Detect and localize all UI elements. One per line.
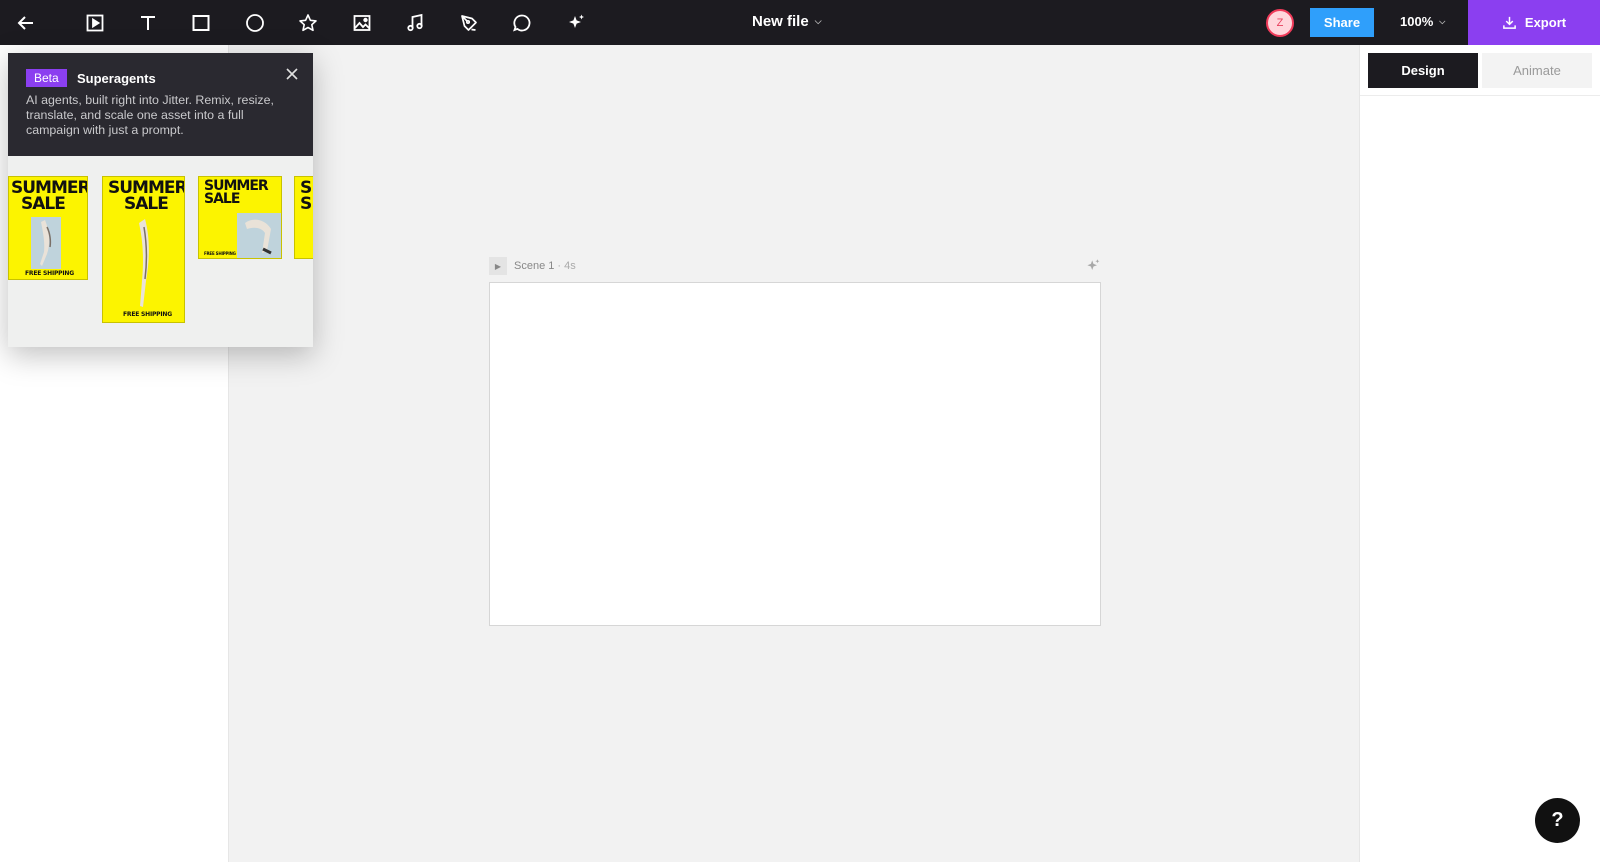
rectangle-icon[interactable] <box>188 10 214 36</box>
scene-duration: 4s <box>564 260 576 272</box>
thumbnail-headline: SUMMER SALE <box>108 179 184 215</box>
summer-sale-thumbnail: SUMMER SALE FREE SHIPPING <box>8 176 88 280</box>
thumbnail-line: SALE <box>21 194 66 215</box>
zoom-menu[interactable]: 100% ⌵ <box>1400 14 1445 29</box>
chevron-down-icon: ⌵ <box>814 16 822 26</box>
help-button[interactable]: ? <box>1535 798 1580 843</box>
tab-design[interactable]: Design <box>1368 53 1478 88</box>
thumbnail-line: SALE <box>124 194 169 215</box>
beta-badge: Beta <box>26 69 67 87</box>
zoom-level: 100% <box>1400 14 1434 29</box>
scene-name: Scene 1 <box>514 260 555 272</box>
superagents-popup: Beta Superagents AI agents, built right … <box>8 53 313 347</box>
scene-canvas[interactable] <box>489 282 1101 626</box>
properties-panel: Design Animate <box>1359 45 1600 862</box>
close-icon[interactable] <box>284 66 300 82</box>
thumbnail-headline: SUMMER SALE <box>11 179 87 215</box>
star-icon[interactable] <box>295 10 321 36</box>
thumbnail-footer: FREE SHIPPING <box>204 251 236 256</box>
share-button[interactable]: Share <box>1310 8 1374 37</box>
sparkle-icon[interactable] <box>1085 258 1101 274</box>
download-icon <box>1503 16 1516 29</box>
top-toolbar: New file ⌵ Z Share 100% ⌵ Export <box>0 0 1600 45</box>
scene-label[interactable]: Scene 1 · 4s <box>514 260 576 272</box>
thumbnail-footer: FREE SHIPPING <box>123 311 172 318</box>
ellipse-icon[interactable] <box>242 10 268 36</box>
text-icon[interactable] <box>135 10 161 36</box>
play-media-icon[interactable] <box>82 10 108 36</box>
export-button[interactable]: Export <box>1468 0 1600 45</box>
thumbnail-headline: S S <box>300 179 312 215</box>
divider <box>1360 95 1600 96</box>
avatar[interactable]: Z <box>1266 9 1294 37</box>
figure-image <box>139 219 149 307</box>
sparkle-icon[interactable] <box>563 10 589 36</box>
thumbnail-line: S <box>300 194 312 215</box>
thumbnail-line: SALE <box>204 191 240 208</box>
thumbnail-headline: SUMMER SALE <box>204 179 269 208</box>
music-note-icon[interactable] <box>402 10 428 36</box>
image-icon[interactable] <box>349 10 375 36</box>
pen-icon[interactable] <box>456 10 482 36</box>
panel-tabs: Design Animate <box>1368 53 1592 88</box>
popup-title: Superagents <box>77 71 156 86</box>
popup-header: Beta Superagents AI agents, built right … <box>8 53 313 156</box>
summer-sale-thumbnail: SUMMER SALE FREE SHIPPING <box>102 176 185 323</box>
play-icon[interactable]: ▶ <box>489 257 507 275</box>
tab-animate[interactable]: Animate <box>1482 53 1592 88</box>
scene-separator: · <box>554 260 565 272</box>
scene-header: ▶ Scene 1 · 4s <box>489 257 1101 277</box>
chevron-down-icon: ⌵ <box>1439 16 1446 26</box>
comment-icon[interactable] <box>509 10 535 36</box>
figure-image <box>237 213 281 258</box>
file-name-menu[interactable]: New file ⌵ <box>752 13 822 30</box>
export-label: Export <box>1524 15 1567 30</box>
file-name: New file <box>752 13 809 30</box>
popup-description: AI agents, built right into Jitter. Remi… <box>26 93 274 137</box>
arrow-left-icon[interactable] <box>13 10 39 36</box>
summer-sale-thumbnail: S S <box>294 176 313 259</box>
figure-image <box>31 217 61 269</box>
summer-sale-thumbnail: SUMMER SALE FREE SHIPPING <box>198 176 282 259</box>
thumbnail-footer: FREE SHIPPING <box>25 270 74 277</box>
